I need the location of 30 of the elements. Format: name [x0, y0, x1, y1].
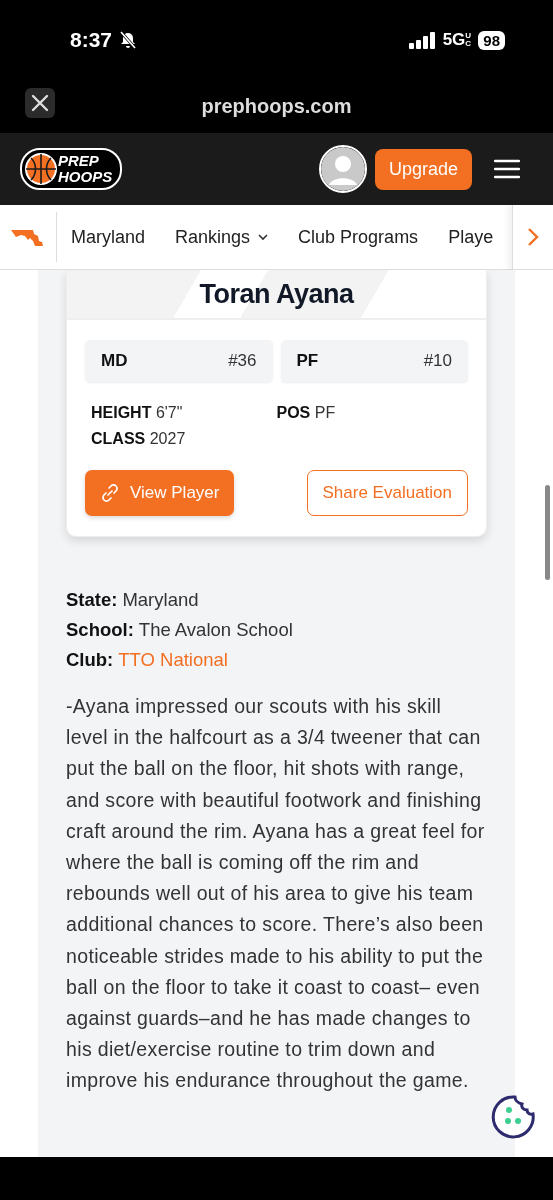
page-url: prephoops.com — [201, 95, 352, 118]
player-name: Toran Ayana — [199, 278, 354, 310]
detail-label: School: — [66, 619, 134, 640]
state-map-icon[interactable] — [11, 227, 45, 247]
rank-number: #36 — [228, 351, 257, 371]
detail-label: Club: — [66, 649, 114, 670]
battery-indicator: 98 — [478, 30, 505, 50]
clock-time: 8:37 — [70, 28, 113, 52]
detail-value: Maryland — [122, 589, 199, 610]
rank-label: MD — [101, 351, 128, 371]
signal-icon — [408, 31, 437, 49]
site-logo[interactable]: PREP HOOPS — [20, 148, 123, 190]
chevron-right-icon[interactable] — [527, 227, 539, 247]
rank-label: PF — [296, 351, 319, 371]
close-button[interactable] — [25, 88, 55, 118]
nav-link[interactable]: Playe — [448, 226, 494, 248]
nav-link[interactable]: Rankings — [175, 226, 269, 248]
nav-link[interactable]: Maryland — [71, 226, 146, 248]
avatar-icon[interactable] — [318, 145, 367, 193]
menu-icon[interactable] — [494, 159, 520, 179]
stat-text: POS PF — [276, 404, 337, 422]
stat-text: CLASS 2027 — [91, 430, 187, 448]
evaluation-paragraph: -Ayana impressed our scouts with his skill level in the halfcourt as a 3/4 tweener that can put the ball on the floor, hit shots with range, and score with beautiful footwork and finishing craft around the rim. Ayana has a great feel for where the ball is coming off the rim and rebounds well out of his area to give his team additional chances to score. There’s also been noticeable strides made to his ability to put the ball on the floor to take it coast to coast– even against guards–and he has made changes to his diet/exercise routine to trim down and improve his endurance throughout the game. — [66, 694, 486, 1094]
stat-text: HEIGHT 6'7" — [91, 404, 184, 422]
rank-number: #10 — [423, 351, 452, 371]
detail-label: State: — [66, 589, 118, 610]
detail-value: The Avalon School — [138, 619, 293, 640]
nav-link[interactable]: Club Programs — [298, 226, 419, 248]
close-icon — [30, 93, 50, 113]
link-icon — [100, 483, 120, 503]
